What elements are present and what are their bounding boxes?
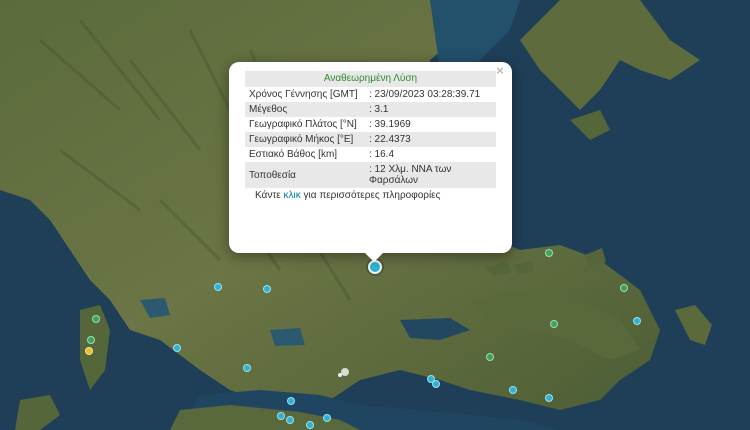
earthquake-marker[interactable] [323,414,331,422]
earthquake-marker[interactable] [486,353,494,361]
depth-label: Εστιακό Βάθος [km] [249,149,338,160]
more-info-suffix: για περισσότερες πληροφορίες [303,190,441,201]
longitude-label: Γεωγραφικό Μήκος [°E] [245,132,365,147]
earthquake-marker[interactable] [85,347,93,355]
earthquake-details-table: Χρόνος Γέννησης [GMT] : 23/09/2023 03:28… [245,87,496,188]
close-icon[interactable]: × [493,64,507,78]
table-row: Χρόνος Γέννησης [GMT] : 23/09/2023 03:28… [245,87,496,102]
earthquake-marker[interactable] [173,344,181,352]
earthquake-marker[interactable] [286,416,294,424]
earthquake-marker[interactable] [277,412,285,420]
selected-earthquake-marker[interactable] [368,260,382,274]
earthquake-marker[interactable] [92,315,100,323]
earthquake-marker[interactable] [633,317,641,325]
table-row: Γεωγραφικό Μήκος [°E] : 22.4373 [245,132,496,147]
location-label: Τοποθεσία [245,162,365,188]
earthquake-marker[interactable] [550,320,558,328]
table-row: Εστιακό Βάθος [km] : 16.4 [245,147,496,162]
table-row: Γεωγραφικό Πλάτος [°N] : 39.1969 [245,117,496,132]
earthquake-marker[interactable] [306,421,314,429]
earthquake-marker[interactable] [545,394,553,402]
earthquake-marker[interactable] [263,285,271,293]
magnitude-label: Μέγεθος [245,102,365,117]
depth-value: : 16.4 [369,149,395,160]
popup-title: Αναθεωρημένη Λύση [245,71,496,87]
latitude-label: Γεωγραφικό Πλάτος [°N] [249,119,357,130]
longitude-value: : 22.4373 [365,132,496,147]
origin-time-label: Χρόνος Γέννησης [GMT] [249,89,358,100]
earthquake-marker[interactable] [87,336,95,344]
earthquake-marker[interactable] [509,386,517,394]
more-info-row: Κάντε κλικ για περισσότερες πληροφορίες [245,190,496,201]
earthquake-marker[interactable] [545,249,553,257]
latitude-value: : 39.1969 [369,119,411,130]
earthquake-marker[interactable] [214,283,222,291]
table-row: Μέγεθος : 3.1 [245,102,496,117]
earthquake-info-popup: × Αναθεωρημένη Λύση Χρόνος Γέννησης [GMT… [229,62,512,262]
earthquake-marker[interactable] [287,397,295,405]
more-info-link[interactable]: κλικ [284,190,301,201]
table-row: Τοποθεσία : 12 Χλμ. ΝΝΑ των Φαρσάλων [245,162,496,188]
magnitude-value: : 3.1 [365,102,496,117]
earthquake-marker[interactable] [620,284,628,292]
origin-time-value: : 23/09/2023 03:28:39.71 [369,89,481,100]
more-info-prefix: Κάντε [255,190,281,201]
earthquake-marker[interactable] [432,380,440,388]
earthquake-marker[interactable] [243,364,251,372]
location-value: : 12 Χλμ. ΝΝΑ των Φαρσάλων [365,162,496,188]
